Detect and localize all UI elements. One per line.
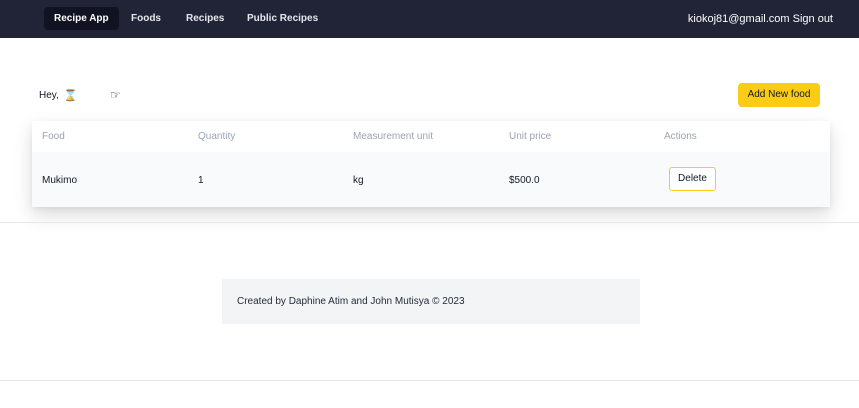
- header-unit-price: Unit price: [509, 131, 552, 142]
- header-quantity: Quantity: [198, 131, 236, 142]
- cell-measurement-unit: kg: [353, 175, 364, 186]
- bottom-divider: [0, 380, 859, 381]
- nav-brand-recipe-app[interactable]: Recipe App: [44, 7, 119, 30]
- table-header: Food Quantity Measurement unit Unit pric…: [32, 121, 830, 152]
- add-new-food-button[interactable]: Add New food: [738, 83, 820, 107]
- header-measurement-unit: Measurement unit: [353, 131, 434, 142]
- nav-link-public-recipes[interactable]: Public Recipes: [237, 7, 328, 30]
- nav-link-foods[interactable]: Foods: [121, 7, 171, 30]
- user-email[interactable]: kiokoj81@gmail.com: [688, 13, 790, 25]
- footer-credits: Created by Daphine Atim and John Mutisya…: [237, 296, 465, 307]
- cell-quantity: 1: [198, 175, 204, 186]
- nav-link-recipes[interactable]: Recipes: [176, 7, 234, 30]
- greeting-text: Hey,: [39, 90, 59, 101]
- divider: [0, 222, 859, 223]
- cell-food: Mukimo: [42, 175, 78, 186]
- hourglass-icon: ⌛: [63, 90, 78, 102]
- top-navbar: Recipe App Foods Recipes Public Recipes …: [0, 0, 859, 38]
- table-row: Mukimo 1 kg $500.0 Delete: [32, 152, 830, 207]
- cell-unit-price: $500.0: [509, 175, 540, 186]
- delete-button[interactable]: Delete: [669, 167, 716, 191]
- sign-out-link[interactable]: Sign out: [793, 13, 833, 25]
- pointing-hand-icon: ☞: [110, 88, 121, 102]
- foods-table: Food Quantity Measurement unit Unit pric…: [32, 121, 830, 207]
- footer: Created by Daphine Atim and John Mutisya…: [222, 279, 640, 324]
- header-food: Food: [42, 131, 65, 142]
- nav-user-area: kiokoj81@gmail.com Sign out: [688, 12, 833, 26]
- greeting: Hey, ⌛: [39, 89, 77, 102]
- header-actions: Actions: [664, 131, 697, 142]
